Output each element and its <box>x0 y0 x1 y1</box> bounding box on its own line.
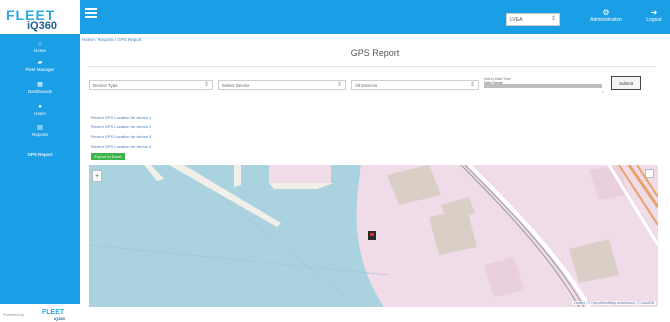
map-view[interactable]: + Leaflet | © OpenStreetMap contributors… <box>89 165 658 307</box>
device-select[interactable]: Select Device ⇕ <box>218 80 346 90</box>
app-root: FLEET iQ360 LVEA ⇕ ⚙ Administration ➜ Lo… <box>0 0 670 322</box>
gear-icon: ⚙ <box>602 8 610 17</box>
footer-logo-iq360: iQ360 <box>54 316 65 321</box>
date-range-input[interactable] <box>484 84 602 88</box>
admin-label: Administration <box>590 17 622 23</box>
menu-toggle-icon[interactable] <box>85 8 97 20</box>
sidebar-item-label: Fleet Manager <box>25 67 55 72</box>
clear-icon[interactable]: × <box>602 89 604 94</box>
company-select-value: LVEA <box>510 17 523 23</box>
dashboard-icon: ▦ <box>37 82 43 88</box>
all-devices-value: All Devices <box>355 83 378 88</box>
logo-text-iq360: iQ360 <box>27 20 57 32</box>
logout-button[interactable]: ➜ Logout <box>642 8 666 23</box>
sidebar-item-reports[interactable]: ▤ Reports <box>0 125 80 137</box>
select-arrows-icon: ⇕ <box>336 82 342 88</box>
page-title: GPS Report <box>350 48 400 58</box>
map-attribution[interactable]: Leaflet | © OpenStreetMap contributors, … <box>572 301 656 305</box>
sidebar-item-users[interactable]: ● Users <box>0 104 80 116</box>
device-select-value: Select Device <box>222 83 250 88</box>
top-bar: LVEA ⇕ ⚙ Administration ➜ Logout <box>80 0 670 34</box>
sidebar-item-label: Home <box>33 48 46 53</box>
logout-icon: ➜ <box>650 8 658 17</box>
sidebar-item-label: Dashboards <box>27 89 53 94</box>
sidebar-item-fleet-manager[interactable]: ▰ Fleet Manager <box>0 60 80 72</box>
sidebar-item-label: Reports <box>32 132 48 137</box>
breadcrumb[interactable]: Home / Reports / GPS Report <box>82 37 142 42</box>
home-icon: ⌂ <box>38 41 42 47</box>
device-type-select[interactable]: Device Type ⇕ <box>89 80 213 90</box>
report-icon: ▤ <box>37 125 43 131</box>
logout-label: Logout <box>646 17 662 23</box>
select-arrows-icon: ⇕ <box>203 82 209 88</box>
sidebar-item-gps-report[interactable]: GPS Report <box>0 152 80 157</box>
all-devices-select[interactable]: All Devices ⇕ <box>351 80 479 90</box>
footer: Powered by FLEET iQ360 <box>0 304 80 322</box>
company-select[interactable]: LVEA ⇕ <box>506 13 560 26</box>
fullscreen-toggle-icon[interactable] <box>645 169 654 178</box>
device-type-value: Device Type <box>93 83 118 88</box>
sidebar: ⌂ Home ▰ Fleet Manager ▦ Dashboards ● Us… <box>0 34 80 304</box>
sidebar-item-dashboards[interactable]: ▦ Dashboards <box>0 82 80 94</box>
truck-icon: ▰ <box>37 60 43 66</box>
export-excel-button[interactable]: Export to Excel <box>91 153 125 160</box>
logo[interactable]: FLEET iQ360 <box>0 0 80 34</box>
zoom-in-button[interactable]: + <box>92 170 102 182</box>
user-icon: ● <box>38 104 42 110</box>
gps-location-link[interactable]: Recent GPS Location for device 4 <box>91 144 151 149</box>
sidebar-item-label: Users <box>34 111 46 116</box>
select-arrows-icon: ⇕ <box>469 82 475 88</box>
map-tiles[interactable] <box>89 165 658 307</box>
footer-copyright: Powered by <box>3 312 25 317</box>
gps-location-link[interactable]: Recent GPS Location for device 3 <box>91 134 151 139</box>
submit-button[interactable]: Submit <box>611 76 641 90</box>
gps-location-link[interactable]: Recent GPS Location for device 1 <box>91 115 151 120</box>
select-arrows-icon: ⇕ <box>550 16 556 22</box>
sidebar-item-label: GPS Report <box>27 152 53 157</box>
admin-button[interactable]: ⚙ Administration <box>586 8 626 23</box>
footer-logo-fleet: FLEET <box>42 309 65 316</box>
title-divider <box>88 66 656 67</box>
sidebar-item-home[interactable]: ⌂ Home <box>0 41 80 53</box>
date-range-picker[interactable]: Select Date/Time Date Range × <box>482 75 604 95</box>
gps-location-link[interactable]: Recent GPS Location for device 2 <box>91 124 151 129</box>
